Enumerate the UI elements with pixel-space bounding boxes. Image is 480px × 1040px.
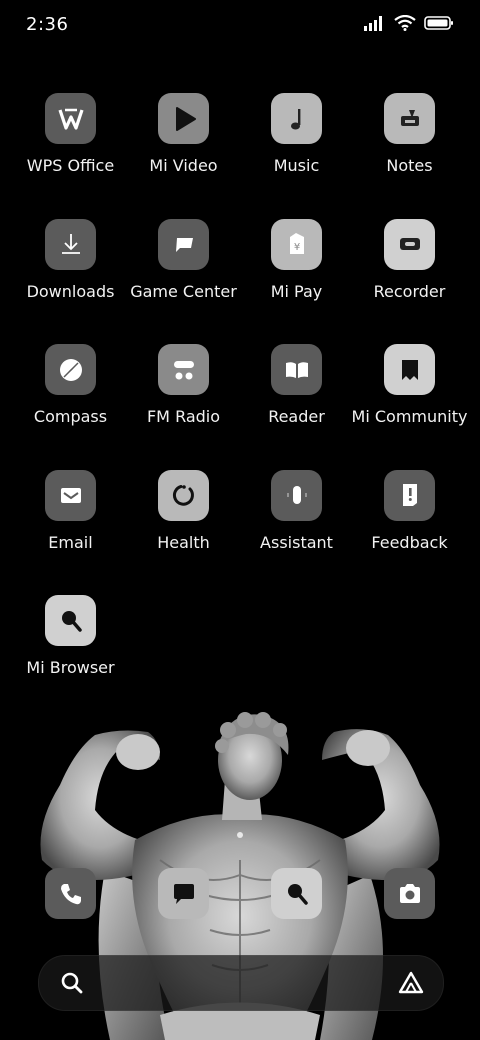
camera-icon[interactable] [384,868,435,919]
app-mi-community[interactable]: Mi Community [351,339,468,465]
app-assistant[interactable]: Assistant [240,465,353,591]
app-compass[interactable]: Compass [14,339,127,465]
app-fm-radio[interactable]: FM Radio [127,339,240,465]
app-label: FM Radio [146,407,221,426]
dock [14,868,466,919]
radio-icon[interactable] [158,344,209,395]
page-indicator-dot [237,832,243,838]
dock-phone[interactable] [14,868,127,919]
app-label: Game Center [130,281,237,301]
app-mi-video[interactable]: Mi Video [127,88,240,214]
app-mi-browser[interactable]: Mi Browser [14,590,127,716]
game-center-icon[interactable] [158,218,209,270]
community-icon[interactable] [384,344,435,395]
play-icon[interactable] [158,93,209,144]
home-screen: 2:36 WPS Office Mi Video Music Notes Dow… [0,0,480,1040]
app-label: Assistant [260,532,333,552]
app-label: Email [48,532,93,552]
app-label: Notes [386,156,433,175]
book-icon[interactable] [271,344,322,395]
dock-camera[interactable] [353,868,466,919]
app-health[interactable]: Health [127,465,240,591]
app-email[interactable]: Email [14,465,127,591]
music-note-icon[interactable] [271,93,322,144]
app-label: Reader [268,407,325,426]
app-label: Feedback [371,532,448,552]
app-wps-office[interactable]: WPS Office [14,88,127,214]
wps-office-icon[interactable] [45,93,96,144]
app-mi-pay[interactable]: ¥ Mi Pay [240,214,353,340]
dock-messages[interactable] [127,868,240,919]
wifi-icon [394,15,416,31]
battery-icon [424,16,453,30]
app-label: Mi Community [351,407,468,426]
search-icon[interactable] [59,970,85,996]
app-label: Compass [33,407,108,426]
health-icon[interactable] [158,469,209,521]
app-label: Mi Pay [270,281,323,301]
email-icon[interactable] [45,469,96,521]
signal-icon [364,16,382,31]
app-grid: WPS Office Mi Video Music Notes Download… [14,88,468,716]
app-downloads[interactable]: Downloads [14,214,127,340]
app-label: Downloads [26,281,115,301]
app-notes[interactable]: Notes [353,88,466,214]
wallet-icon[interactable]: ¥ [271,218,322,270]
feedback-icon[interactable] [384,469,435,521]
status-bar: 2:36 [0,0,480,50]
home-search-bar[interactable] [38,955,444,1011]
app-label: Music [273,156,320,175]
compass-icon[interactable] [45,344,96,395]
status-icons [364,15,454,31]
app-label: Mi Video [149,156,218,175]
browser-search-icon[interactable] [45,595,96,646]
app-music[interactable]: Music [240,88,353,214]
app-reader[interactable]: Reader [240,339,353,465]
phone-icon[interactable] [45,868,96,919]
app-game-center[interactable]: Game Center [127,214,240,340]
app-recorder[interactable]: Recorder [353,214,466,340]
browser-icon[interactable] [271,868,322,919]
app-label: WPS Office [26,156,115,175]
download-icon[interactable] [45,218,96,270]
dock-browser[interactable] [240,868,353,919]
status-time: 2:36 [26,14,69,35]
message-icon[interactable] [158,868,209,919]
recorder-icon[interactable] [384,218,435,270]
svg-text:¥: ¥ [293,242,299,253]
app-label: Health [157,532,210,552]
assistant-icon[interactable] [397,970,425,996]
app-label: Mi Browser [26,658,115,677]
app-label: Recorder [373,281,446,301]
app-feedback[interactable]: Feedback [353,465,466,591]
notes-icon[interactable] [384,93,435,144]
assistant-mic-icon[interactable] [271,469,322,521]
